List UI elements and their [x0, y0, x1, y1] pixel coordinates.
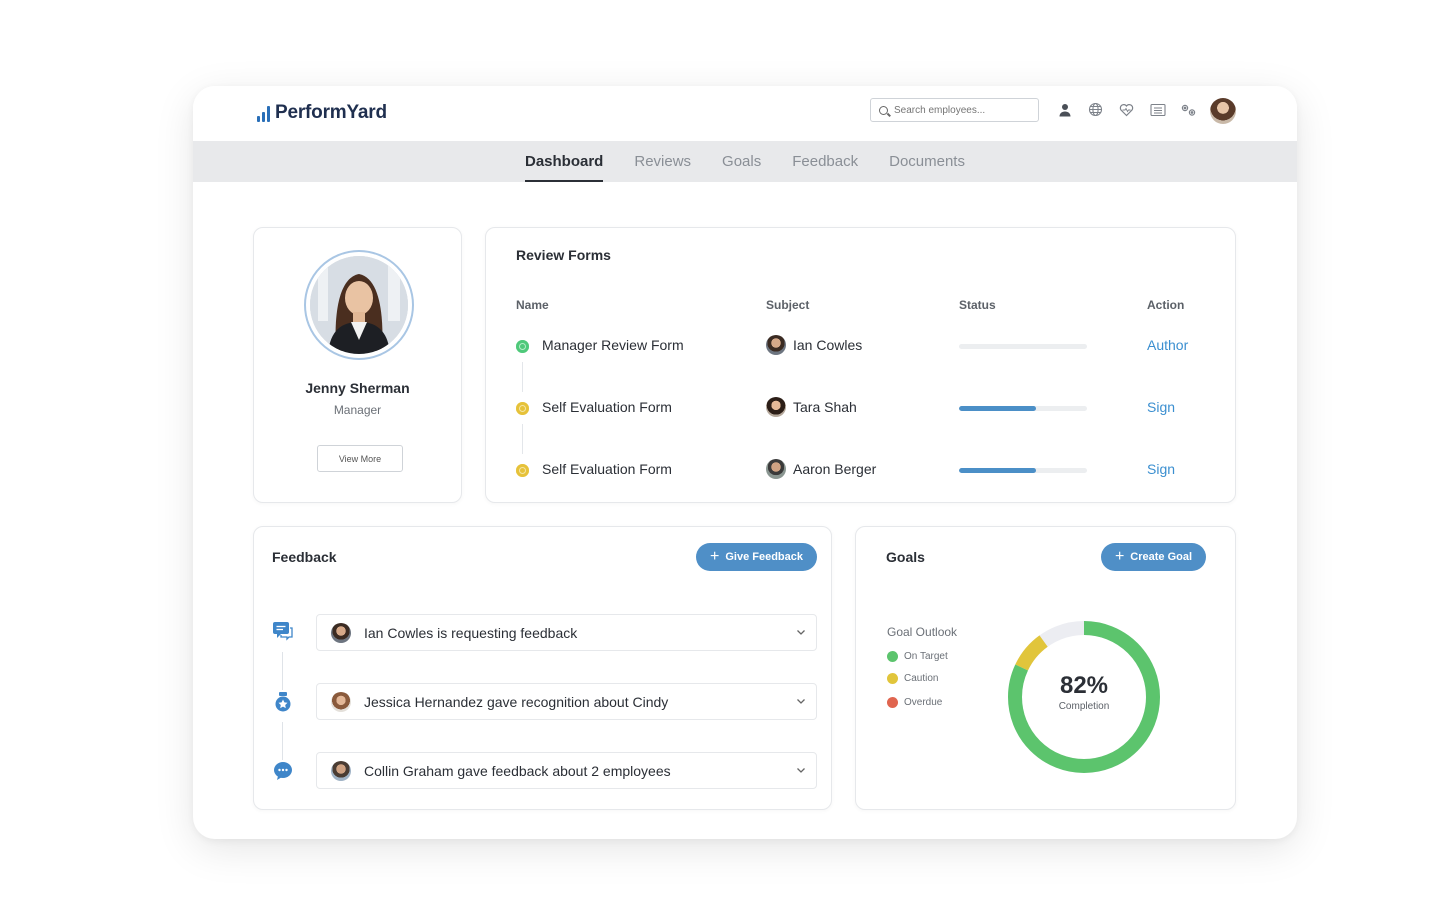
globe-icon[interactable] [1086, 100, 1105, 119]
tab-feedback[interactable]: Feedback [792, 141, 858, 182]
status-progress-bar [959, 344, 1087, 349]
progress-fill [959, 406, 1036, 411]
search-icon [879, 105, 888, 115]
search-input[interactable] [894, 104, 1034, 116]
search-box[interactable] [870, 98, 1039, 122]
subject-name: Aaron Berger [793, 461, 877, 477]
timeline-connector [522, 424, 523, 454]
legend-on-target: On Target [887, 651, 948, 662]
legend-dot [887, 673, 898, 684]
chevron-down-icon[interactable] [796, 627, 806, 637]
timeline-connector [522, 362, 523, 392]
feedback-card: Feedback + Give Feedback Ian Cowles is r… [253, 526, 832, 810]
view-more-button[interactable]: View More [317, 445, 403, 472]
create-goal-button[interactable]: + Create Goal [1101, 543, 1206, 571]
form-name: Self Evaluation Form [542, 461, 672, 477]
feedback-avatar [331, 692, 351, 712]
header-icons [1055, 100, 1198, 119]
profile-photo-image [310, 256, 408, 354]
subject-avatar [766, 459, 786, 479]
top-bar: PerformYard [193, 86, 1297, 141]
action-sign-link[interactable]: Sign [1147, 399, 1175, 415]
chevron-down-icon[interactable] [796, 696, 806, 706]
status-dot-icon [516, 340, 529, 353]
subject-avatar [766, 335, 786, 355]
brand-name: PerformYard [275, 102, 387, 123]
timeline-connector [282, 722, 283, 760]
timeline-connector [282, 652, 283, 690]
review-forms-card: Review Forms Name Subject Status Action … [485, 227, 1236, 503]
feedback-item[interactable]: Jessica Hernandez gave recognition about… [316, 683, 817, 720]
table-row[interactable]: Self Evaluation Form Tara Shah Sign [486, 392, 1235, 422]
give-feedback-label: Give Feedback [725, 551, 803, 563]
gears-icon[interactable] [1179, 100, 1198, 119]
feedback-avatar [331, 623, 351, 643]
profile-name: Jenny Sherman [305, 380, 410, 396]
feedback-text: Collin Graham gave feedback about 2 empl… [364, 763, 671, 779]
legend-caution: Caution [887, 673, 938, 684]
tab-dashboard[interactable]: Dashboard [525, 141, 604, 182]
person-icon[interactable] [1055, 100, 1074, 119]
column-header-action: Action [1147, 298, 1185, 312]
status-progress-bar [959, 468, 1087, 473]
legend-overdue: Overdue [887, 697, 942, 708]
status-dot-icon [516, 402, 529, 415]
feedback-title: Feedback [272, 549, 337, 565]
table-row[interactable]: Self Evaluation Form Aaron Berger Sign [486, 454, 1235, 484]
tab-goals[interactable]: Goals [722, 141, 761, 182]
action-author-link[interactable]: Author [1147, 337, 1188, 353]
table-row[interactable]: Manager Review Form Ian Cowles Author [486, 330, 1235, 360]
feedback-text: Jessica Hernandez gave recognition about… [364, 694, 669, 710]
subject-avatar [766, 397, 786, 417]
column-header-name: Name [516, 298, 549, 312]
form-name: Manager Review Form [542, 337, 684, 353]
legend-dot [887, 697, 898, 708]
give-feedback-button[interactable]: + Give Feedback [696, 543, 817, 571]
brand-logo[interactable]: PerformYard [257, 102, 387, 124]
tab-reviews[interactable]: Reviews [634, 141, 691, 182]
status-progress-bar [959, 406, 1087, 411]
goals-title: Goals [886, 549, 925, 565]
legend-dot [887, 651, 898, 662]
tab-documents[interactable]: Documents [889, 141, 965, 182]
plus-icon: + [710, 548, 720, 565]
profile-role: Manager [333, 403, 382, 417]
app-window: PerformYard Dashbo [193, 86, 1297, 839]
goals-card: Goals + Create Goal Goal Outlook On Targ… [855, 526, 1236, 810]
completion-value: 82% [1059, 672, 1109, 699]
feedback-avatar [331, 761, 351, 781]
review-forms-title: Review Forms [516, 247, 611, 263]
legend-label: Overdue [904, 697, 943, 708]
user-avatar[interactable] [1210, 98, 1236, 124]
heart-icon[interactable] [1117, 100, 1136, 119]
goal-outlook-title: Goal Outlook [887, 625, 958, 639]
chevron-down-icon[interactable] [796, 765, 806, 775]
nav-tabs: Dashboard Reviews Goals Feedback Documen… [525, 141, 965, 182]
create-goal-label: Create Goal [1130, 551, 1193, 563]
list-icon[interactable] [1148, 100, 1167, 119]
profile-photo [304, 250, 414, 360]
feedback-item[interactable]: Ian Cowles is requesting feedback [316, 614, 817, 651]
speech-bubble-icon [272, 760, 294, 782]
subject-name: Tara Shah [793, 399, 857, 415]
logo-mark-icon [257, 104, 270, 122]
column-header-subject: Subject [766, 298, 810, 312]
plus-icon: + [1114, 548, 1125, 565]
legend-label: Caution [904, 673, 939, 684]
progress-fill [959, 468, 1036, 473]
subject-name: Ian Cowles [793, 337, 863, 353]
completion-label: Completion [1058, 701, 1110, 712]
feedback-item[interactable]: Collin Graham gave feedback about 2 empl… [316, 752, 817, 789]
action-sign-link[interactable]: Sign [1147, 461, 1175, 477]
legend-label: On Target [904, 651, 948, 662]
donut-center-label: 82% Completion [1006, 672, 1162, 712]
form-name: Self Evaluation Form [542, 399, 672, 415]
award-badge-icon [272, 691, 294, 713]
feedback-text: Ian Cowles is requesting feedback [364, 625, 578, 641]
column-header-status: Status [959, 298, 996, 312]
profile-card: Jenny Sherman Manager View More [253, 227, 462, 503]
status-dot-icon [516, 464, 529, 477]
main-nav: Dashboard Reviews Goals Feedback Documen… [193, 141, 1297, 182]
chat-request-icon [272, 620, 294, 642]
